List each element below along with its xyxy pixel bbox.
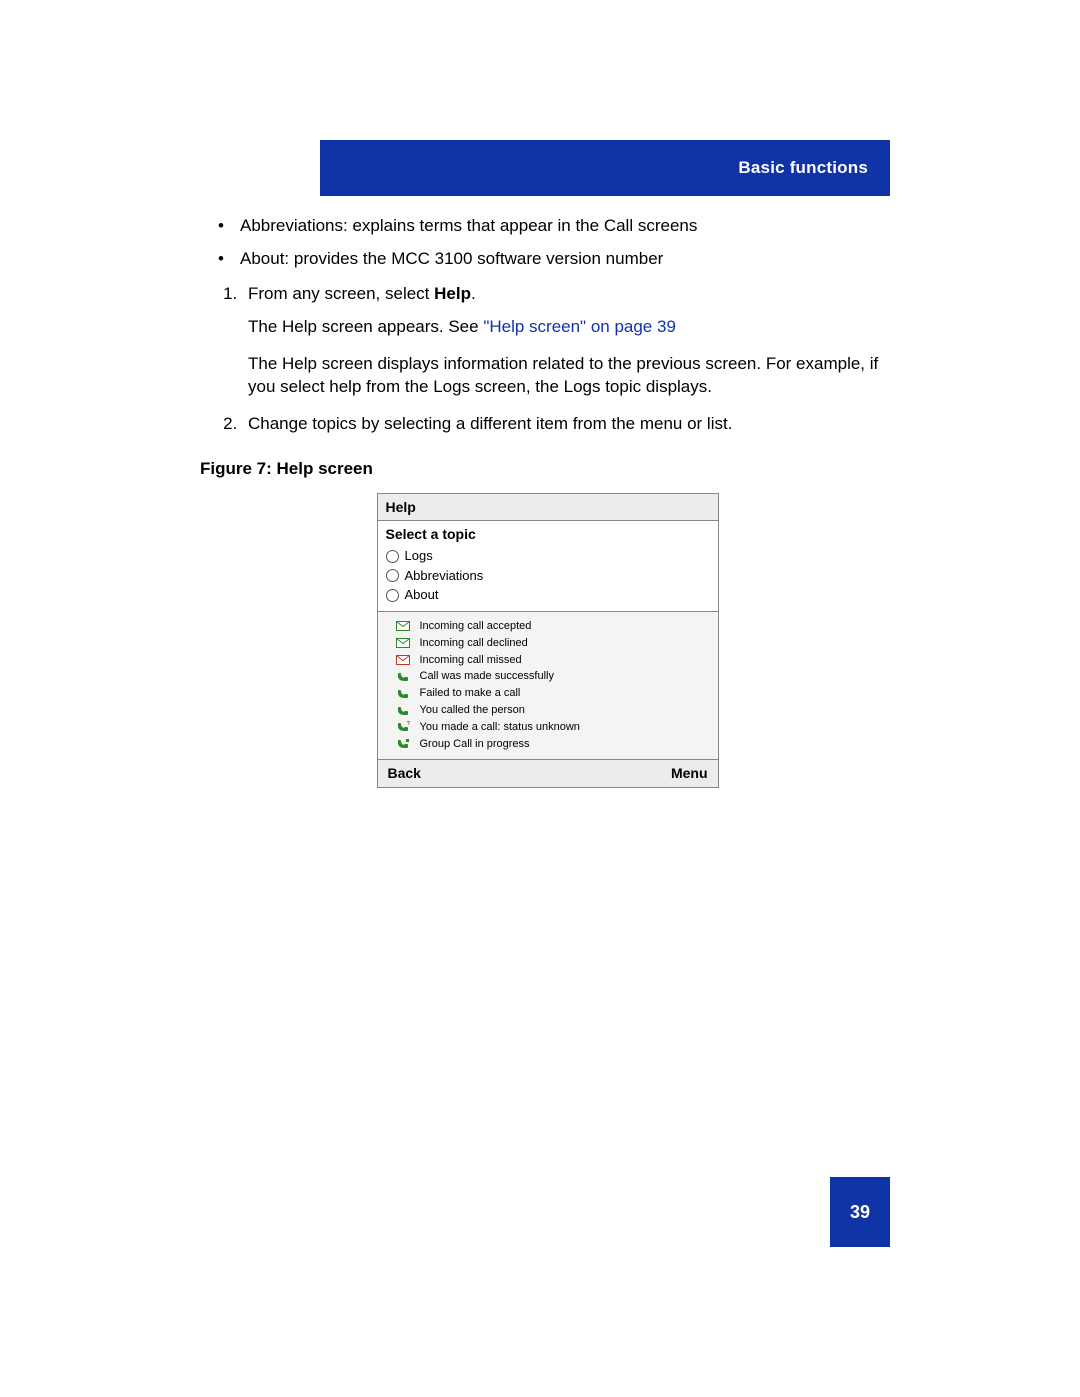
step-paragraph: The Help screen appears. See "Help scree… (248, 316, 895, 339)
mockup-topic-item[interactable]: About (386, 585, 710, 605)
mockup-softkey-back[interactable]: Back (388, 764, 421, 783)
legend-row: ? You made a call: status unknown (396, 719, 710, 736)
mockup-topic-list: Select a topic Logs Abbreviations About (378, 521, 718, 612)
step-text: From any screen, select (248, 284, 434, 303)
legend-row: Incoming call accepted (396, 618, 710, 635)
radio-icon (386, 550, 399, 563)
step-text: . (471, 284, 476, 303)
header-title: Basic functions (738, 158, 868, 178)
mail-declined-icon (396, 637, 410, 649)
legend-label: Call was made successfully (420, 669, 555, 684)
legend-label: You made a call: status unknown (420, 720, 580, 735)
page-content: Abbreviations: explains terms that appea… (200, 215, 895, 788)
legend-row: Incoming call declined (396, 635, 710, 652)
mockup-softkey-bar: Back Menu (378, 759, 718, 787)
radio-icon (386, 569, 399, 582)
mockup-legend: Incoming call accepted Incoming call dec… (378, 612, 718, 759)
document-page: Basic functions Abbreviations: explains … (0, 0, 1080, 1397)
legend-row: You called the person (396, 702, 710, 719)
list-item: About: provides the MCC 3100 software ve… (218, 248, 895, 271)
radio-icon (386, 589, 399, 602)
cross-reference-link[interactable]: "Help screen" on page 39 (483, 317, 676, 336)
step-bold: Help (434, 284, 471, 303)
mail-accepted-icon (396, 620, 410, 632)
phone-group-icon (396, 738, 410, 750)
mockup-topic-label: Abbreviations (405, 567, 484, 585)
legend-row: Group Call in progress (396, 736, 710, 753)
step-item: From any screen, select Help. (242, 283, 895, 306)
legend-label: Group Call in progress (420, 737, 530, 752)
mockup-topic-label: About (405, 586, 439, 604)
mockup-softkey-menu[interactable]: Menu (671, 764, 708, 783)
legend-row: Incoming call missed (396, 652, 710, 669)
phone-outgoing-icon (396, 705, 410, 717)
step-list: Change topics by selecting a different i… (200, 413, 895, 436)
list-item: Abbreviations: explains terms that appea… (218, 215, 895, 238)
legend-row: Failed to make a call (396, 685, 710, 702)
page-number-box: 39 (830, 1177, 890, 1247)
figure-caption: Figure 7: Help screen (200, 458, 895, 481)
legend-label: Failed to make a call (420, 686, 521, 701)
header-bar: Basic functions (320, 140, 890, 196)
phone-failed-icon (396, 688, 410, 700)
phone-success-icon (396, 671, 410, 683)
mockup-topic-item[interactable]: Abbreviations (386, 566, 710, 586)
page-number: 39 (850, 1202, 870, 1223)
mail-missed-icon (396, 654, 410, 666)
legend-label: You called the person (420, 703, 525, 718)
legend-label: Incoming call declined (420, 636, 528, 651)
mockup-topic-header: Select a topic (386, 525, 710, 544)
step-paragraph: The Help screen displays information rel… (248, 353, 895, 399)
phone-unknown-icon: ? (396, 721, 410, 733)
step-item: Change topics by selecting a different i… (242, 413, 895, 436)
mockup-title: Help (378, 494, 718, 522)
mockup-topic-label: Logs (405, 547, 433, 565)
help-screen-mockup: Help Select a topic Logs Abbreviations A… (377, 493, 719, 788)
bullet-list: Abbreviations: explains terms that appea… (200, 215, 895, 271)
mockup-topic-item[interactable]: Logs (386, 546, 710, 566)
legend-label: Incoming call missed (420, 653, 522, 668)
svg-text:?: ? (407, 721, 410, 727)
legend-label: Incoming call accepted (420, 619, 532, 634)
step-text: The Help screen appears. See (248, 317, 483, 336)
step-list: From any screen, select Help. (200, 283, 895, 306)
legend-row: Call was made successfully (396, 668, 710, 685)
